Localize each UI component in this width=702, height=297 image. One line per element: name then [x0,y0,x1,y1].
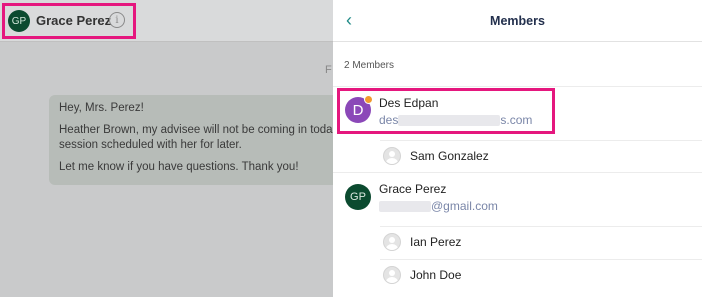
sub-member-name: Sam Gonzalez [410,149,489,163]
chat-area: GP Grace Perez i F Hey, Mrs. Perez! Heat… [0,0,333,297]
panel-header: ‹ Members [333,0,702,42]
message-bubble: Hey, Mrs. Perez! Heather Brown, my advis… [49,95,333,185]
members-count: 2 Members [344,60,395,71]
user-placeholder-icon [383,266,401,284]
members-panel: ‹ Members 2 Members D Des Edpan des s.com… [333,0,702,297]
email-suffix: @gmail.com [431,199,498,213]
message-line: Heather Brown, my advisee will not be co… [59,124,333,136]
message-line: Hey, Mrs. Perez! [59,102,144,114]
sub-member-name: Ian Perez [410,235,462,249]
divider [333,172,702,173]
member-name[interactable]: Grace Perez [379,182,446,196]
sub-member-row[interactable]: Sam Gonzalez [380,140,702,170]
member-email: @gmail.com [379,199,498,213]
panel-title: Members [490,14,545,28]
message-line: Let me know if you have questions. Thank… [59,161,299,173]
redacted-block [379,201,431,213]
sub-member-name: John Doe [410,268,462,282]
contact-highlight-box [2,3,136,39]
user-placeholder-icon [383,233,401,251]
user-placeholder-icon [383,147,401,165]
sub-member-row[interactable]: Ian Perez [380,226,702,256]
message-line: session scheduled with her for later. [59,139,242,151]
member-highlight-box [337,88,555,134]
divider [333,86,702,87]
sub-member-row[interactable]: John Doe [380,259,702,289]
date-divider: F [325,64,332,76]
member-avatar[interactable]: GP [345,184,371,210]
